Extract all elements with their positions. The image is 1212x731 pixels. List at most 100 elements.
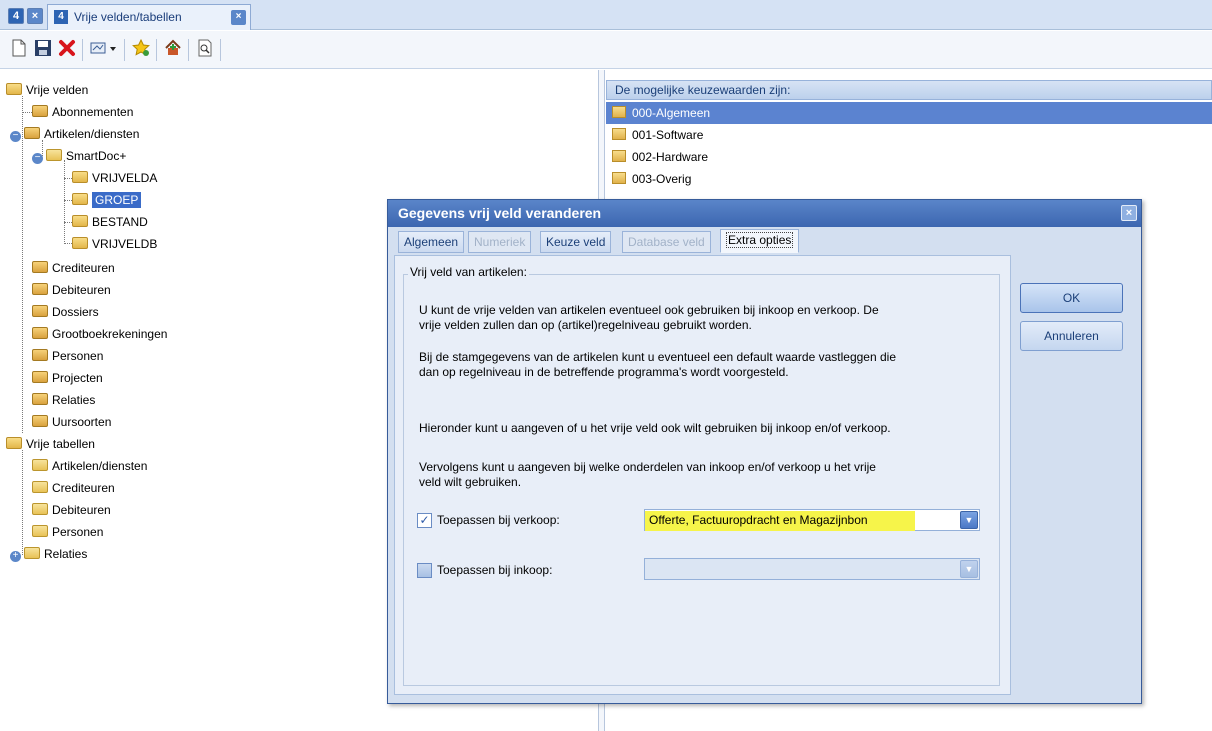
values-list-header: De mogelijke keuzewaarden zijn: <box>606 80 1212 100</box>
field-icon <box>72 193 88 205</box>
folder-icon <box>32 371 48 383</box>
tree-item-artikelen-diensten[interactable]: − Artikelen/diensten <box>10 124 139 144</box>
table-folder-icon <box>24 547 40 559</box>
verkoop-label: Toepassen bij verkoop: <box>437 513 560 527</box>
groupbox-title: Vrij veld van artikelen: <box>408 265 529 279</box>
tab-keuze-veld[interactable]: Keuze veld <box>540 231 612 253</box>
toolbar-separator <box>188 39 189 61</box>
info-paragraph-3: Hieronder kunt u aangeven of u het vrije… <box>419 421 891 435</box>
tree-item-relaties[interactable]: Relaties <box>32 390 95 410</box>
toolbar-separator <box>124 39 125 61</box>
tree-item-smartdoc[interactable]: − SmartDoc+ <box>32 146 126 166</box>
inkoop-label: Toepassen bij inkoop: <box>437 563 553 577</box>
tree-connector <box>22 112 32 113</box>
toolbar-separator <box>220 39 221 61</box>
tab-vrije-velden[interactable]: 4 Vrije velden/tabellen × <box>47 4 251 30</box>
tree-root-vrije-velden[interactable]: Vrije velden <box>6 80 88 100</box>
close-all-icon[interactable]: × <box>27 8 43 24</box>
tree-root-vrije-tabellen[interactable]: Vrije tabellen <box>6 434 95 454</box>
value-icon <box>612 172 626 184</box>
table-folder-icon <box>46 149 62 161</box>
value-icon <box>612 106 626 118</box>
new-icon[interactable] <box>8 39 30 61</box>
folder-icon <box>32 349 48 361</box>
folder-icon <box>32 327 48 339</box>
favorite-icon[interactable] <box>130 38 152 61</box>
list-item[interactable]: 000-Algemeen <box>606 102 1212 124</box>
folder-icon <box>32 393 48 405</box>
inkoop-select[interactable]: ▼ <box>644 558 980 580</box>
value-icon <box>612 150 626 162</box>
table-folder-icon <box>32 503 48 515</box>
tree-item-dossiers[interactable]: Dossiers <box>32 302 99 322</box>
tree-item-bestand[interactable]: BESTAND <box>72 212 148 232</box>
tree-item-crediteuren[interactable]: Crediteuren <box>32 258 115 278</box>
collapse-icon[interactable]: − <box>10 131 21 142</box>
tree-item-uursoorten[interactable]: Uursoorten <box>32 412 111 432</box>
tree-table-crediteuren[interactable]: Crediteuren <box>32 478 115 498</box>
list-item[interactable]: 001-Software <box>606 124 1212 146</box>
tree-item-personen[interactable]: Personen <box>32 346 103 366</box>
dialog-close-icon[interactable]: × <box>1121 205 1137 221</box>
verkoop-select[interactable]: Offerte, Factuuropdracht en Magazijnbon … <box>644 509 980 531</box>
tree-connector <box>64 200 72 201</box>
folder-icon <box>32 305 48 317</box>
tree-item-debiteuren[interactable]: Debiteuren <box>32 280 111 300</box>
list-item[interactable]: 003-Overig <box>606 168 1212 190</box>
folder-icon <box>32 283 48 295</box>
tree-connector <box>64 178 72 179</box>
list-item[interactable]: 002-Hardware <box>606 146 1212 168</box>
verkoop-checkbox[interactable]: ✓ <box>417 513 432 528</box>
tree-connector <box>64 222 72 223</box>
preview-icon[interactable] <box>194 39 216 61</box>
tree-item-vrijvelda[interactable]: VRIJVELDA <box>72 168 157 188</box>
expand-icon[interactable]: + <box>10 551 21 562</box>
collapse-icon[interactable]: − <box>32 153 43 164</box>
info-paragraph-2: Bij de stamgegevens van de artikelen kun… <box>419 350 896 379</box>
tab-database-veld: Database veld <box>622 231 711 253</box>
info-paragraph-4: Vervolgens kunt u aangeven bij welke ond… <box>419 460 876 489</box>
tree-table-relaties[interactable]: + Relaties <box>10 544 87 564</box>
folder-icon <box>24 127 40 139</box>
cancel-button[interactable]: Annuleren <box>1020 321 1123 351</box>
chevron-down-icon[interactable]: ▼ <box>960 511 978 529</box>
home-icon[interactable] <box>162 39 184 61</box>
toolbar <box>0 31 1212 69</box>
value-icon <box>612 128 626 140</box>
dropdown-icon[interactable] <box>88 39 120 61</box>
delete-icon[interactable] <box>56 39 78 61</box>
save-icon[interactable] <box>32 39 54 61</box>
tree-table-personen[interactable]: Personen <box>32 522 103 542</box>
tree-table-debiteuren[interactable]: Debiteuren <box>32 500 111 520</box>
dialog-title: Gegevens vrij veld veranderen <box>388 200 1141 227</box>
tab-close-icon[interactable]: × <box>231 10 246 25</box>
tree-table-artikelen-diensten[interactable]: Artikelen/diensten <box>32 456 147 476</box>
tab-algemeen[interactable]: Algemeen <box>398 231 465 253</box>
tab-numeriek: Numeriek <box>468 231 532 253</box>
field-icon <box>72 215 88 227</box>
inkoop-checkbox[interactable] <box>417 563 432 578</box>
ok-button[interactable]: OK <box>1020 283 1123 313</box>
toolbar-separator <box>82 39 83 61</box>
tree-connector <box>64 160 65 242</box>
tab-label: Vrije velden/tabellen <box>74 10 182 24</box>
tree-item-grootboekrekeningen[interactable]: Grootboekrekeningen <box>32 324 167 344</box>
folder-icon <box>6 437 22 449</box>
tab-extra-opties[interactable]: Extra opties <box>720 229 800 253</box>
info-paragraph-1: U kunt de vrije velden van artikelen eve… <box>419 303 879 332</box>
tree-connector <box>22 450 23 555</box>
tree-item-vrijveldb[interactable]: VRIJVELDB <box>72 234 157 254</box>
folder-icon <box>6 83 22 95</box>
tree-item-projecten[interactable]: Projecten <box>32 368 103 388</box>
edit-field-dialog: Gegevens vrij veld veranderen × Algemeen… <box>387 199 1142 704</box>
dialog-body: Vrij veld van artikelen: U kunt de vrije… <box>394 255 1011 695</box>
toolbar-separator <box>156 39 157 61</box>
tab-navigation-icon[interactable]: 4 <box>8 8 24 24</box>
chevron-down-icon[interactable]: ▼ <box>960 560 978 578</box>
table-folder-icon <box>32 459 48 471</box>
tree-item-groep[interactable]: GROEP <box>72 190 142 210</box>
verkoop-select-value: Offerte, Factuuropdracht en Magazijnbon <box>649 513 868 527</box>
document-tabstrip: 4 × 4 Vrije velden/tabellen × <box>0 0 1212 30</box>
tree-connector <box>22 96 23 433</box>
tree-item-abonnementen[interactable]: Abonnementen <box>32 102 133 122</box>
